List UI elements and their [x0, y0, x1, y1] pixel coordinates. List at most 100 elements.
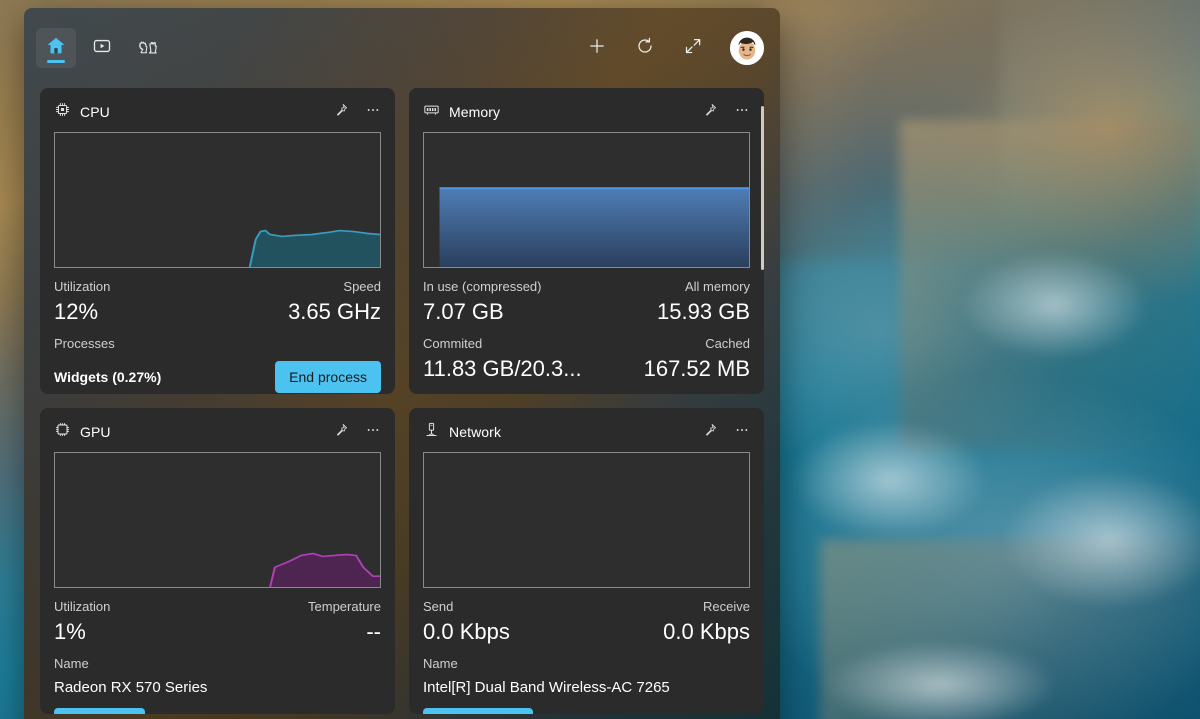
memory-card-title: Memory	[449, 104, 501, 120]
more-options-icon[interactable]	[734, 102, 750, 123]
memory-card-actions	[702, 102, 750, 123]
pin-icon[interactable]	[702, 422, 718, 443]
memory-graph	[423, 132, 750, 268]
memory-all-value: 15.93 GB	[657, 299, 750, 324]
end-process-button[interactable]: End process	[275, 361, 381, 393]
cpu-graph	[54, 132, 381, 268]
scrollbar-track[interactable]	[757, 98, 769, 398]
next-gpu-button[interactable]: Next GPU	[54, 708, 146, 714]
cpu-card-actions	[333, 102, 381, 123]
wallpaper-surf	[960, 250, 1150, 360]
cpu-processes-label: Processes	[54, 336, 115, 351]
memory-committed-value: 11.83 GB/20.3...	[423, 356, 582, 381]
gpu-utilization-label: Utilization	[54, 599, 111, 614]
cpu-card-header: CPU	[54, 100, 381, 124]
gpu-graph	[54, 452, 381, 588]
wallpaper-surf	[790, 420, 990, 540]
network-stat-values: 0.0 Kbps 0.0 Kbps	[423, 619, 750, 645]
gpu-card-header: GPU	[54, 420, 381, 444]
cpu-card-title: CPU	[80, 104, 110, 120]
wallpaper-surf	[1000, 470, 1200, 610]
network-card-actions	[702, 422, 750, 443]
network-send-value: 0.0 Kbps	[423, 619, 510, 644]
network-receive-value: 0.0 Kbps	[663, 619, 750, 644]
network-card-title: Network	[449, 424, 502, 440]
network-device-name: Intel[R] Dual Band Wireless-AC 7265	[423, 679, 670, 696]
memory-inuse-value: 7.07 GB	[423, 299, 504, 324]
network-stat-labels: Send Receive	[423, 599, 750, 614]
more-options-icon[interactable]	[365, 422, 381, 443]
expand-icon	[683, 36, 703, 61]
memory-card[interactable]: Memory In use (compressed) All memory 7.…	[409, 88, 764, 394]
memory-stat-labels-2: Commited Cached	[423, 336, 750, 351]
memory-stat-values-2: 11.83 GB/20.3... 167.52 MB	[423, 356, 750, 382]
nav-chess-button[interactable]	[128, 28, 168, 68]
titlebar-actions	[582, 31, 764, 65]
network-card-header: Network	[423, 420, 750, 444]
nav-group	[36, 28, 168, 68]
refresh-icon	[635, 36, 655, 61]
gpu-name-label: Name	[54, 656, 89, 671]
pin-icon[interactable]	[333, 102, 349, 123]
network-icon	[423, 421, 440, 443]
memory-cached-label: Cached	[705, 336, 750, 351]
cpu-graph-area	[55, 230, 380, 267]
gpu-stat-labels: Utilization Temperature	[54, 599, 381, 614]
cpu-utilization-label: Utilization	[54, 279, 111, 294]
cpu-stat-labels: Utilization Speed	[54, 279, 381, 294]
gpu-card-title: GPU	[80, 424, 111, 440]
network-button-wrap: Next network	[423, 708, 750, 714]
memory-paged-pool-label: Paged pool	[423, 393, 489, 394]
memory-inuse-label: In use (compressed)	[423, 279, 542, 294]
task-manager-window: CPU Utilization Speed 12% 3.65 GHz Proce…	[24, 8, 780, 719]
cpu-chip-icon	[54, 101, 71, 123]
avatar-face-icon	[730, 31, 764, 65]
memory-nonpaged-pool-label: Non-paged pool	[657, 393, 750, 394]
avatar[interactable]	[730, 31, 764, 65]
gpu-utilization-value: 1%	[54, 619, 86, 644]
add-icon	[587, 36, 607, 61]
gpu-chip-icon	[54, 421, 71, 443]
wallpaper-surf	[820, 640, 1060, 719]
more-options-icon[interactable]	[734, 422, 750, 443]
memory-committed-label: Commited	[423, 336, 483, 351]
cpu-utilization-value: 12%	[54, 299, 99, 324]
gpu-temperature-value: --	[366, 619, 381, 644]
memory-cached-value: 167.52 MB	[643, 356, 750, 381]
gpu-card-actions	[333, 422, 381, 443]
nav-video-button[interactable]	[82, 28, 122, 68]
gpu-card[interactable]: GPU Utilization Temperature 1% -- Name R…	[40, 408, 395, 714]
memory-stick-icon	[423, 101, 440, 123]
home-icon	[45, 35, 67, 62]
memory-card-header: Memory	[423, 100, 750, 124]
pin-icon[interactable]	[702, 102, 718, 123]
video-icon	[92, 36, 112, 61]
cpu-card[interactable]: CPU Utilization Speed 12% 3.65 GHz Proce…	[40, 88, 395, 394]
more-options-icon[interactable]	[365, 102, 381, 123]
memory-usage-bar	[439, 188, 749, 267]
network-graph	[423, 452, 750, 588]
add-button[interactable]	[582, 33, 612, 63]
network-name-label: Name	[423, 656, 458, 671]
memory-stat-labels-3: Paged pool Non-paged pool	[423, 393, 750, 394]
memory-stat-values-1: 7.07 GB 15.93 GB	[423, 299, 750, 325]
network-send-label: Send	[423, 599, 454, 614]
nav-home-button[interactable]	[36, 28, 76, 68]
network-receive-label: Receive	[703, 599, 750, 614]
chess-icon	[137, 35, 159, 62]
card-grid: CPU Utilization Speed 12% 3.65 GHz Proce…	[24, 88, 780, 714]
gpu-device-name: Radeon RX 570 Series	[54, 679, 208, 696]
pin-icon[interactable]	[333, 422, 349, 443]
refresh-button[interactable]	[630, 33, 660, 63]
cpu-processes-row: Processes	[54, 336, 381, 351]
cpu-process-row: Widgets (0.27%) End process	[54, 361, 381, 393]
memory-stat-labels-1: In use (compressed) All memory	[423, 279, 750, 294]
scrollbar-thumb[interactable]	[761, 106, 764, 270]
next-network-button[interactable]: Next network	[423, 708, 533, 714]
gpu-temperature-label: Temperature	[308, 599, 381, 614]
expand-button[interactable]	[678, 33, 708, 63]
cpu-stat-values: 12% 3.65 GHz	[54, 299, 381, 325]
cpu-speed-label: Speed	[343, 279, 381, 294]
titlebar	[24, 8, 780, 88]
network-card[interactable]: Network Send Receive 0.0 Kbps 0.0 Kbps N…	[409, 408, 764, 714]
